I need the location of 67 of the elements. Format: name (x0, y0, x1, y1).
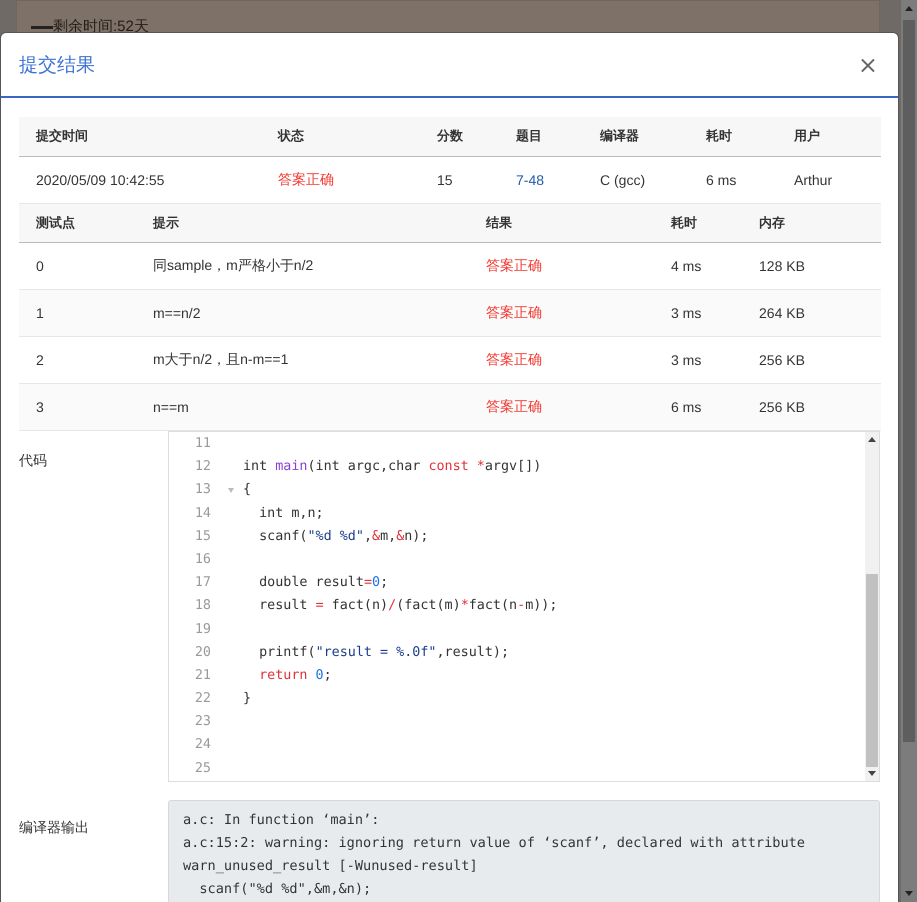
remaining-time: 剩余时间:52天 (53, 17, 149, 36)
column-header: 提交时间 (19, 117, 261, 156)
problem-link[interactable]: 7-48 (516, 172, 544, 188)
code-line: double result=0; (258, 574, 388, 592)
code-line: result = fact(n)/(fact(m)*fact(n-m)); (258, 597, 558, 616)
table-cell: 256 KB (742, 384, 881, 430)
close-button[interactable]: × (856, 50, 880, 78)
column-header: 结果 (469, 204, 654, 242)
table-cell: 264 KB (742, 290, 881, 336)
table-cell: 1 (19, 290, 136, 336)
code-line: scanf("%d %d",&m,&n); (258, 528, 428, 546)
line-number: 19 (194, 620, 211, 638)
code-line: int main(int argc,char const *argv[]) (243, 458, 542, 476)
table-cell: 3 (19, 384, 136, 430)
status-text: 答案正确 (261, 156, 420, 203)
table-cell: 3 ms (654, 290, 742, 336)
line-number: 21 (194, 666, 211, 685)
column-header: 用户 (777, 117, 881, 156)
status-text: 答案正确 (469, 290, 654, 336)
code-line: printf("result = %.0f",result); (258, 644, 510, 662)
table-cell: 15 (420, 156, 499, 203)
table-cell: 6 ms (689, 156, 777, 203)
code-line: int m,n; (258, 504, 324, 523)
column-header: 编译器 (583, 117, 689, 156)
column-header: 状态 (261, 117, 420, 156)
output-line: a.c:15:2: warning: ignoring return value of ‘scanf’, declared with attribute (183, 834, 806, 853)
table-cell: 6 ms (654, 384, 742, 430)
status-text: 答案正确 (469, 384, 654, 430)
line-number: 15 (194, 528, 211, 546)
line-number: 23 (194, 713, 211, 732)
line-number: 14 (194, 504, 211, 523)
dash-icon (31, 26, 53, 29)
scrollbar[interactable] (865, 432, 879, 781)
code-label: 代码 (19, 451, 48, 470)
page-scrollbar[interactable] (901, 0, 917, 902)
column-header: 提示 (136, 204, 469, 242)
code-editor[interactable] (168, 431, 880, 782)
table-cell: C (gcc) (583, 156, 689, 203)
table-cell: m==n/2 (136, 290, 469, 336)
line-number: 17 (194, 574, 211, 592)
table-cell: Arthur (777, 156, 881, 203)
output-line: a.c: In function ‘main’: (183, 811, 380, 830)
column-header: 题目 (499, 117, 583, 156)
column-header: 内存 (742, 204, 881, 242)
column-header: 耗时 (654, 204, 742, 242)
fold-icon (228, 488, 234, 494)
line-number: 18 (194, 597, 211, 616)
table-cell: 2020/05/09 10:42:55 (19, 156, 261, 203)
column-header: 分数 (420, 117, 499, 156)
code-line: { (243, 481, 252, 500)
line-number: 20 (194, 644, 211, 662)
line-number: 25 (194, 760, 211, 778)
line-number: 11 (194, 435, 211, 453)
dialog-title: 提交结果 (19, 54, 95, 78)
column-header: 测试点 (19, 204, 136, 242)
output-line: scanf("%d %d",&m,&n); (198, 880, 372, 899)
line-number: 22 (194, 690, 211, 708)
line-number: 24 (194, 736, 211, 754)
line-number: 12 (194, 458, 211, 476)
code-line: } (243, 690, 252, 708)
compiler-output-label: 编译器输出 (19, 818, 90, 837)
code-line: return 0; (258, 666, 332, 685)
line-number: 13 (194, 481, 211, 500)
output-line: warn_unused_result [-Wunused-result] (183, 857, 479, 876)
column-header: 耗时 (689, 117, 777, 156)
line-number: 16 (194, 550, 211, 569)
table-cell: n==m (136, 384, 469, 430)
